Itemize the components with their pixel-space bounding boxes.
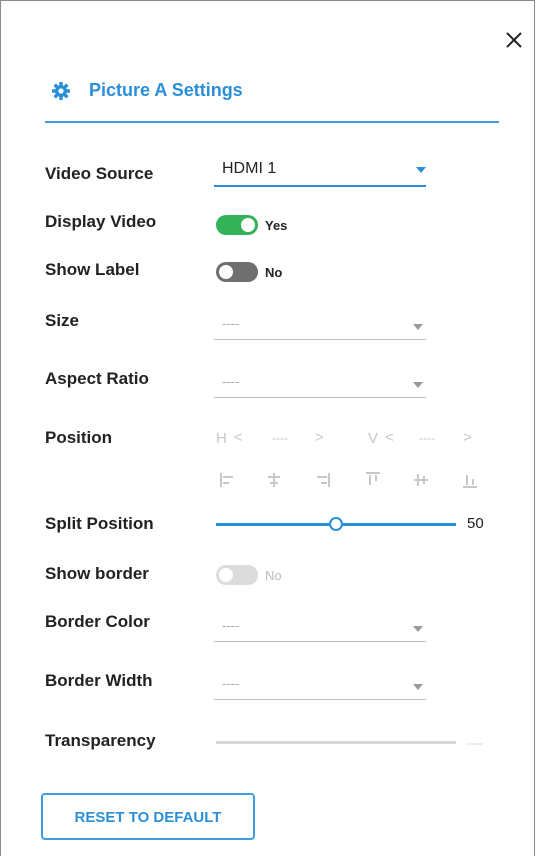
gear-icon	[52, 82, 70, 100]
close-icon[interactable]	[501, 27, 527, 53]
align-left-icon[interactable]	[219, 471, 237, 489]
split-position-slider[interactable]	[216, 517, 456, 531]
split-position-value: 50	[467, 515, 484, 532]
transparency-value: ----	[467, 736, 483, 750]
position-label: Position	[45, 428, 113, 447]
show-label-label: Show Label	[45, 260, 140, 279]
size-select[interactable]: ----	[214, 310, 426, 340]
show-border-state: No	[265, 568, 282, 583]
position-h-label: H	[216, 430, 227, 447]
video-source-select[interactable]: HDMI 1	[214, 157, 426, 187]
position-h-value: ----	[272, 431, 288, 445]
chevron-down-icon	[413, 382, 423, 388]
border-color-label: Border Color	[45, 612, 150, 631]
chevron-left-icon[interactable]: <	[234, 429, 243, 446]
video-source-value: HDMI 1	[222, 160, 277, 177]
border-width-select[interactable]: ----	[214, 670, 426, 700]
aspect-ratio-select[interactable]: ----	[214, 368, 426, 398]
slider-handle[interactable]	[329, 517, 343, 531]
aspect-ratio-label: Aspect Ratio	[45, 369, 149, 388]
display-video-toggle[interactable]	[216, 215, 258, 235]
show-border-toggle[interactable]	[216, 565, 258, 585]
chevron-down-icon	[413, 684, 423, 690]
align-right-icon[interactable]	[313, 471, 331, 489]
reset-to-default-button[interactable]: RESET TO DEFAULT	[41, 793, 255, 840]
chevron-down-icon	[416, 167, 426, 173]
align-center-v-icon[interactable]	[412, 471, 430, 489]
panel-header: Picture A Settings	[45, 73, 499, 123]
show-label-toggle[interactable]	[216, 262, 258, 282]
align-center-h-icon[interactable]	[265, 471, 283, 489]
split-position-label: Split Position	[45, 514, 154, 533]
settings-panel: Picture A Settings Video Source HDMI 1 D…	[0, 0, 535, 856]
show-border-label: Show border	[45, 564, 149, 583]
border-width-value: ----	[222, 676, 240, 691]
aspect-ratio-value: ----	[222, 374, 240, 389]
transparency-slider[interactable]	[216, 741, 456, 744]
border-color-select[interactable]: ----	[214, 612, 426, 642]
border-width-label: Border Width	[45, 671, 153, 690]
toggle-knob	[241, 218, 255, 232]
toggle-knob	[219, 568, 233, 582]
chevron-down-icon	[413, 324, 423, 330]
align-bottom-icon[interactable]	[461, 471, 479, 489]
chevron-right-icon[interactable]: >	[315, 429, 324, 446]
panel-title: Picture A Settings	[89, 80, 243, 100]
chevron-left-icon[interactable]: <	[385, 429, 394, 446]
transparency-label: Transparency	[45, 731, 156, 750]
align-top-icon[interactable]	[364, 471, 382, 489]
border-color-value: ----	[222, 618, 240, 633]
display-video-state: Yes	[265, 218, 288, 233]
position-v-label: V	[368, 430, 379, 447]
size-value: ----	[222, 316, 240, 331]
show-label-state: No	[265, 265, 283, 280]
chevron-right-icon[interactable]: >	[463, 429, 472, 446]
video-source-label: Video Source	[45, 164, 154, 183]
position-v-value: ----	[419, 431, 435, 445]
size-label: Size	[45, 311, 80, 330]
chevron-down-icon	[413, 626, 423, 632]
display-video-label: Display Video	[45, 212, 157, 231]
toggle-knob	[219, 265, 233, 279]
